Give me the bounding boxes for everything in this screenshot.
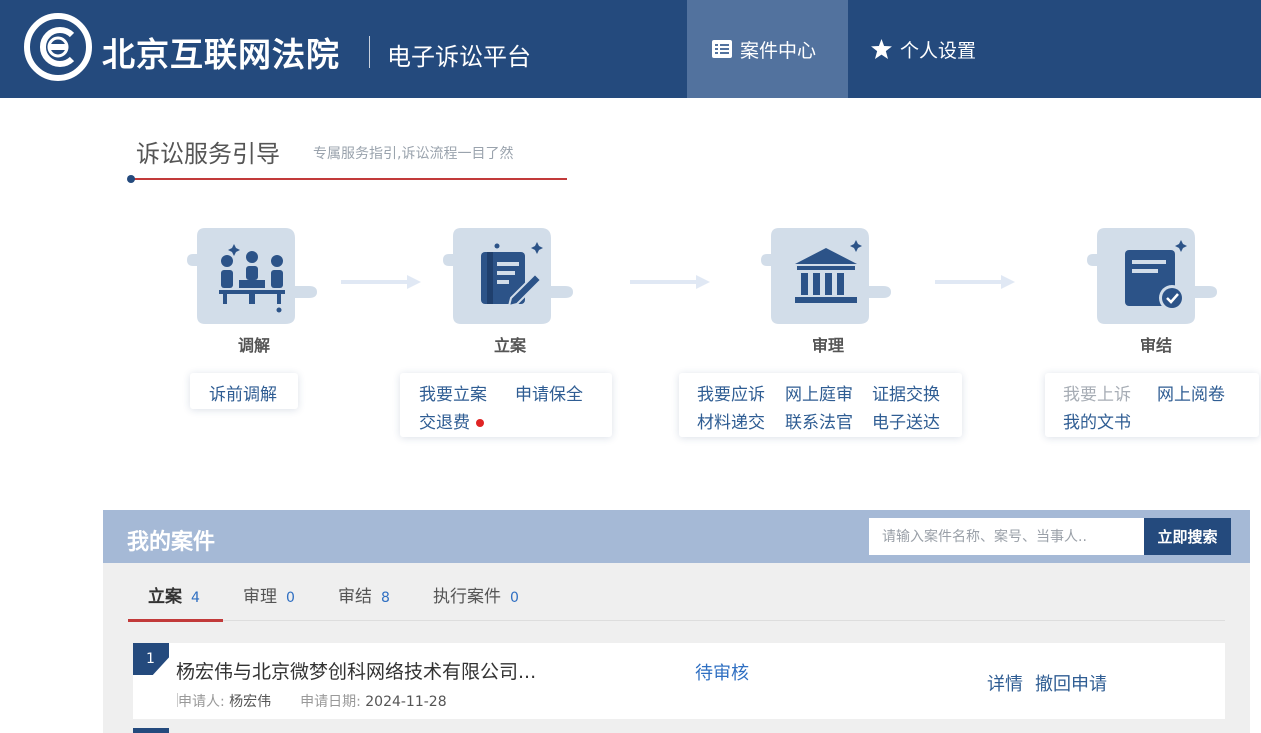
platform-name: 电子诉讼平台 <box>387 43 531 71</box>
step-label-trial: 审理 <box>811 336 844 355</box>
link-evidence-exchange[interactable]: 证据交换 <box>872 380 940 405</box>
my-cases-title: 我的案件 <box>127 530 216 555</box>
tab-filing-label: 立案 <box>148 587 182 607</box>
mediation-links-box: 诉前调解 <box>190 373 298 409</box>
step-label-filing: 立案 <box>493 336 526 355</box>
my-cases-panel: 我的案件 立即搜索 立案 4 审理 0 审结 8 执行案件 0 1 杨宏伟与北京微梦创科… <box>103 510 1250 733</box>
applicant-label: 申请人: <box>178 694 225 710</box>
step-arrow-icon <box>935 275 1015 289</box>
tab-filing-count: 4 <box>191 590 200 606</box>
link-appeal[interactable]: 我要上诉 <box>1063 380 1131 405</box>
filing-links-box: 我要立案 申请保全 交退费 <box>400 373 612 437</box>
search-button[interactable]: 立即搜索 <box>1144 518 1231 555</box>
verdict-icon <box>1087 228 1217 324</box>
guide-title-dot <box>127 175 135 183</box>
list-icon <box>712 40 732 58</box>
step-arrow-icon <box>341 275 421 289</box>
trial-links-box: 我要应诉 网上庭审 证据交换 材料递交 联系法官 电子送达 <box>679 373 962 437</box>
tab-enforcement[interactable]: 执行案件 0 <box>433 582 519 607</box>
tab-closed-label: 审结 <box>338 587 372 607</box>
case-index-badge: 1 <box>133 643 169 675</box>
courthouse-icon <box>761 228 891 324</box>
tab-closed[interactable]: 审结 8 <box>338 582 390 607</box>
tab-closed-count: 8 <box>381 590 390 606</box>
link-respond-lawsuit[interactable]: 我要应诉 <box>697 380 765 405</box>
case-title[interactable]: 杨宏伟与北京微梦创科网络技术有限公司... <box>176 657 536 684</box>
nav-personal-settings-label: 个人设置 <box>900 39 977 62</box>
link-pre-litigation-mediation[interactable]: 诉前调解 <box>209 380 277 405</box>
date-value: 2024-11-28 <box>365 694 447 710</box>
next-case-badge <box>133 728 169 733</box>
step-label-closure: 审结 <box>1139 336 1172 355</box>
nav-case-center[interactable]: 案件中心 <box>687 0 848 98</box>
active-tab-underline <box>128 619 223 622</box>
tab-enforcement-count: 0 <box>510 590 519 606</box>
case-row[interactable]: 1 杨宏伟与北京微梦创科网络技术有限公司... 待审核 申请人: 杨宏伟 申请日… <box>133 643 1225 719</box>
tab-trial[interactable]: 审理 0 <box>243 582 295 607</box>
nav-case-center-label: 案件中心 <box>740 39 817 62</box>
link-contact-judge[interactable]: 联系法官 <box>785 408 853 433</box>
link-my-documents[interactable]: 我的文书 <box>1063 408 1131 433</box>
link-apply-preservation[interactable]: 申请保全 <box>515 380 583 405</box>
case-status: 待审核 <box>695 663 749 684</box>
my-cases-header: 我的案件 立即搜索 <box>103 510 1250 563</box>
date-label: 申请日期: <box>300 694 361 710</box>
meeting-icon <box>187 228 317 324</box>
court-logo-icon <box>24 13 92 81</box>
link-file-case[interactable]: 我要立案 <box>419 380 487 405</box>
applicant-value: 杨宏伟 <box>229 694 272 710</box>
tab-filing[interactable]: 立案 4 <box>148 582 200 607</box>
step-label-mediation: 调解 <box>237 336 270 355</box>
case-meta: 申请人: 杨宏伟 申请日期: 2024-11-28 <box>178 691 447 711</box>
closure-links-box: 我要上诉 网上阅卷 我的文书 <box>1045 373 1259 437</box>
link-electronic-service[interactable]: 电子送达 <box>872 408 940 433</box>
link-submit-materials[interactable]: 材料递交 <box>697 408 765 433</box>
guide-subtitle: 专属服务指引,诉讼流程一目了然 <box>313 146 514 162</box>
step-arrow-icon <box>630 275 710 289</box>
top-header: 北京互联网法院 电子诉讼平台 案件中心 个人设置 <box>0 0 1261 98</box>
star-icon <box>871 39 892 59</box>
court-name: 北京互联网法院 <box>102 35 340 74</box>
notification-dot-icon <box>476 419 484 427</box>
guide-title-underline <box>131 178 567 180</box>
tab-enforcement-label: 执行案件 <box>433 587 501 607</box>
tab-separator <box>128 620 1225 621</box>
case-withdraw-link[interactable]: 撤回申请 <box>1035 670 1107 696</box>
case-detail-link[interactable]: 详情 <box>987 670 1023 696</box>
link-online-hearing[interactable]: 网上庭审 <box>785 380 853 405</box>
guide-title: 诉讼服务引导 <box>136 140 280 168</box>
tab-trial-count: 0 <box>286 590 295 606</box>
nav-personal-settings[interactable]: 个人设置 <box>848 0 1008 98</box>
link-fee-payment-label: 交退费 <box>419 413 470 433</box>
link-online-file-review[interactable]: 网上阅卷 <box>1157 380 1225 405</box>
header-divider <box>369 36 370 68</box>
link-fee-payment[interactable]: 交退费 <box>419 408 484 433</box>
case-search-input[interactable] <box>869 518 1145 555</box>
document-edit-icon <box>443 228 573 324</box>
tab-trial-label: 审理 <box>243 587 277 607</box>
